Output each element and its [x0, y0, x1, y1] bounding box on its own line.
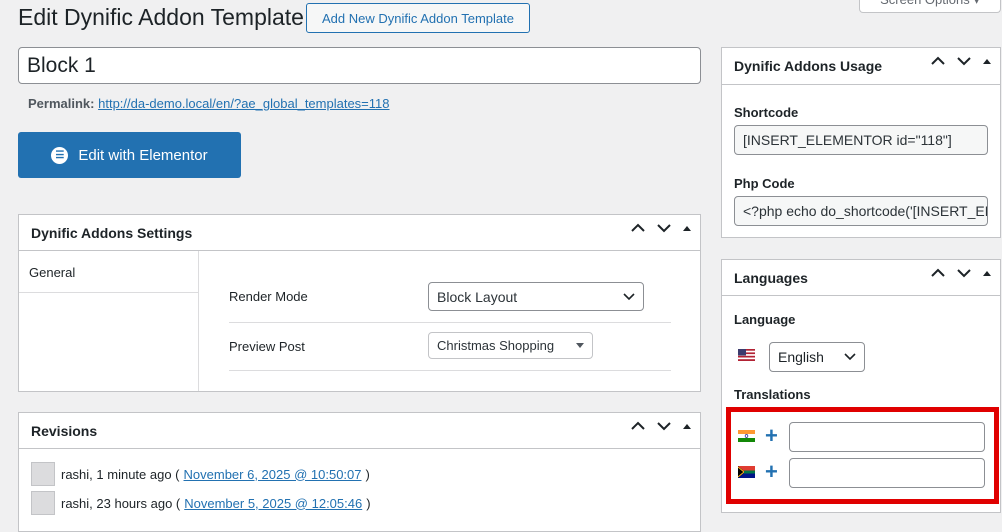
settings-box-header: Dynific Addons Settings — [19, 215, 700, 251]
languages-box: Languages Language English Translations … — [721, 259, 1001, 513]
screen-options-button[interactable]: Screen Options ▾ — [859, 0, 1001, 13]
post-title-input[interactable] — [18, 47, 701, 84]
permalink: Permalink: http://da-demo.local/en/?ae_g… — [28, 96, 390, 111]
dynific-addons-settings-box: Dynific Addons Settings General Render M… — [18, 214, 701, 392]
preview-post-select[interactable]: Christmas Shopping — [428, 332, 593, 359]
add-translation-icon[interactable]: + — [765, 425, 778, 447]
revision-link[interactable]: November 5, 2025 @ 12:05:46 — [184, 496, 362, 511]
languages-box-header: Languages — [722, 260, 1000, 296]
page-title: Edit Dynific Addon Template — [18, 4, 304, 30]
revision-link[interactable]: November 6, 2025 @ 10:50:07 — [184, 467, 362, 482]
india-flag-icon — [738, 430, 755, 442]
language-select[interactable]: English — [769, 342, 865, 372]
translations-label: Translations — [734, 387, 811, 402]
render-mode-select[interactable]: Block Layout — [428, 282, 644, 311]
php-code-label: Php Code — [734, 176, 795, 191]
toggle-panel-icon[interactable] — [982, 269, 992, 277]
edit-with-elementor-button[interactable]: ☰ Edit with Elementor — [18, 132, 241, 178]
language-label: Language — [734, 312, 796, 327]
chevron-down-icon — [623, 292, 635, 300]
move-up-icon[interactable] — [630, 223, 646, 233]
revisions-box-title: Revisions — [31, 423, 98, 439]
revision-item: rashi, 23 hours ago (November 5, 2025 @ … — [31, 491, 371, 515]
settings-box-title: Dynific Addons Settings — [31, 225, 193, 241]
dynific-addons-usage-box: Dynific Addons Usage Shortcode [INSERT_E… — [721, 47, 1001, 238]
usage-box-title: Dynific Addons Usage — [734, 58, 883, 74]
avatar — [31, 491, 55, 515]
move-down-icon[interactable] — [656, 223, 672, 233]
translation-input-hindi[interactable] — [789, 422, 985, 452]
languages-box-title: Languages — [734, 270, 808, 286]
revisions-box: Revisions rashi, 1 minute ago (November … — [18, 412, 701, 532]
usage-box-header: Dynific Addons Usage — [722, 48, 1000, 85]
shortcode-label: Shortcode — [734, 105, 799, 120]
avatar — [31, 462, 55, 486]
move-down-icon[interactable] — [656, 421, 672, 431]
revisions-box-header: Revisions — [19, 413, 700, 449]
shortcode-field[interactable]: [INSERT_ELEMENTOR id="118"] — [734, 125, 988, 155]
toggle-panel-icon[interactable] — [982, 57, 992, 65]
permalink-label: Permalink: — [28, 96, 95, 111]
toggle-panel-icon[interactable] — [682, 422, 692, 430]
chevron-down-icon — [844, 353, 856, 361]
translation-input-zulu[interactable] — [789, 458, 985, 488]
move-up-icon[interactable] — [930, 56, 946, 66]
php-code-field[interactable]: <?php echo do_shortcode('[INSERT_ELEMENT… — [734, 196, 988, 226]
south-africa-flag-icon — [738, 466, 755, 478]
render-mode-label: Render Mode — [229, 289, 308, 304]
elementor-icon: ☰ — [51, 146, 69, 164]
tab-general[interactable]: General — [29, 265, 75, 280]
preview-post-value: Christmas Shopping — [437, 338, 555, 353]
add-new-template-button[interactable]: Add New Dynific Addon Template — [306, 3, 530, 33]
language-value: English — [778, 349, 824, 365]
caret-down-icon — [576, 342, 584, 348]
edit-with-elementor-label: Edit with Elementor — [78, 146, 208, 164]
move-down-icon[interactable] — [956, 268, 972, 278]
revision-item: rashi, 1 minute ago (November 6, 2025 @ … — [31, 462, 370, 486]
preview-post-label: Preview Post — [229, 339, 305, 354]
move-up-icon[interactable] — [930, 268, 946, 278]
us-flag-icon — [738, 349, 755, 361]
move-up-icon[interactable] — [630, 421, 646, 431]
settings-tabs: General — [19, 251, 199, 391]
render-mode-value: Block Layout — [437, 288, 518, 305]
permalink-link[interactable]: http://da-demo.local/en/?ae_global_templ… — [98, 96, 389, 111]
toggle-panel-icon[interactable] — [682, 224, 692, 232]
add-translation-icon[interactable]: + — [765, 461, 778, 483]
move-down-icon[interactable] — [956, 56, 972, 66]
